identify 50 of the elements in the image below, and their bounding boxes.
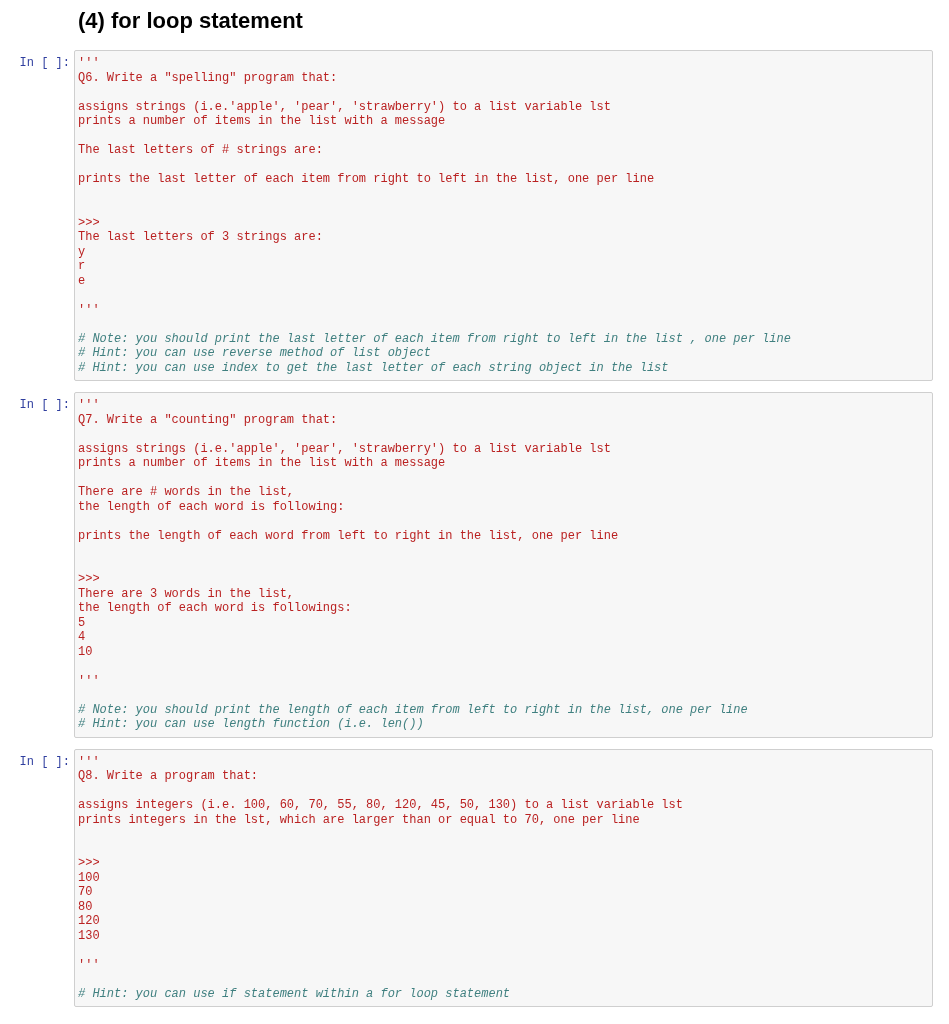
docstring-line: '''	[78, 302, 100, 317]
docstring-line: The last letters of 3 strings are:	[78, 230, 323, 245]
docstring-line: prints a number of items in the list with a message	[78, 456, 446, 471]
comment-line: # Note: you should print the last letter of each item from right to left in the list , one per line	[78, 331, 791, 346]
docstring-line: r	[78, 259, 86, 274]
docstring-line: the length of each word is following:	[78, 499, 345, 514]
docstring-line: There are # words in the list,	[78, 485, 295, 500]
docstring-line: There are 3 words in the list,	[78, 586, 295, 601]
docstring-line: 70	[78, 885, 93, 900]
docstring-line: '''	[78, 398, 100, 413]
comment-line: # Note: you should print the length of each item from left to right in the list, one per line	[78, 702, 748, 717]
docstring-line: prints a number of items in the list with a message	[78, 114, 446, 129]
input-prompt: In [ ]:	[19, 56, 70, 71]
docstring-line: prints the last letter of each item from right to left in the list, one per line	[78, 172, 655, 187]
docstring-line: >>>	[78, 215, 100, 230]
docstring-line: >>>	[78, 856, 100, 871]
docstring-line: Q7. Write a "counting" program that:	[78, 412, 338, 427]
docstring-line: '''	[78, 673, 100, 688]
docstring-line: '''	[78, 56, 100, 71]
comment-line: # Hint: you can use index to get the last letter of each string object in the list	[78, 360, 669, 375]
docstring-line: the length of each word is followings:	[78, 601, 352, 616]
docstring-line: '''	[78, 754, 100, 769]
docstring-line: y	[78, 244, 86, 259]
docstring-line: Q8. Write a program that:	[78, 769, 259, 784]
docstring-line: Q6. Write a "spelling" program that:	[78, 70, 338, 85]
code-cell-editor[interactable]	[74, 50, 933, 381]
comment-line: # Hint: you can use if statement within a for loop statement	[78, 986, 511, 1001]
docstring-line: '''	[78, 957, 100, 972]
docstring-line: 10	[78, 644, 93, 659]
section-heading: (4) for loop statement	[78, 8, 303, 33]
input-prompt: In [ ]:	[19, 398, 70, 413]
docstring-line: 130	[78, 928, 100, 943]
comment-line: # Hint: you can use reverse method of list object	[78, 346, 431, 361]
docstring-line: 120	[78, 914, 100, 929]
docstring-line: prints integers in the lst, which are larger than or equal to 70, one per line	[78, 812, 640, 827]
code-cell-editor[interactable]	[74, 392, 933, 738]
input-prompt: In [ ]:	[19, 754, 70, 769]
docstring-line: >>>	[78, 572, 100, 587]
code-cell-editor[interactable]	[74, 748, 933, 1007]
docstring-line: The last letters of # strings are:	[78, 143, 323, 158]
docstring-line: assigns strings (i.e.'apple', 'pear', 'strawberry') to a list variable lst	[78, 441, 611, 456]
docstring-line: e	[78, 273, 86, 288]
docstring-line: assigns strings (i.e.'apple', 'pear', 'strawberry') to a list variable lst	[78, 99, 611, 114]
docstring-line: 5	[78, 615, 86, 630]
docstring-line: 100	[78, 870, 100, 885]
docstring-line: assigns integers (i.e. 100, 60, 70, 55, 80, 120, 45, 50, 130) to a list variable lst	[78, 798, 683, 813]
docstring-line: 80	[78, 899, 93, 914]
comment-line: # Hint: you can use length function (i.e. len())	[78, 717, 424, 732]
docstring-line: prints the length of each word from left to right in the list, one per line	[78, 528, 619, 543]
docstring-line: 4	[78, 630, 86, 645]
